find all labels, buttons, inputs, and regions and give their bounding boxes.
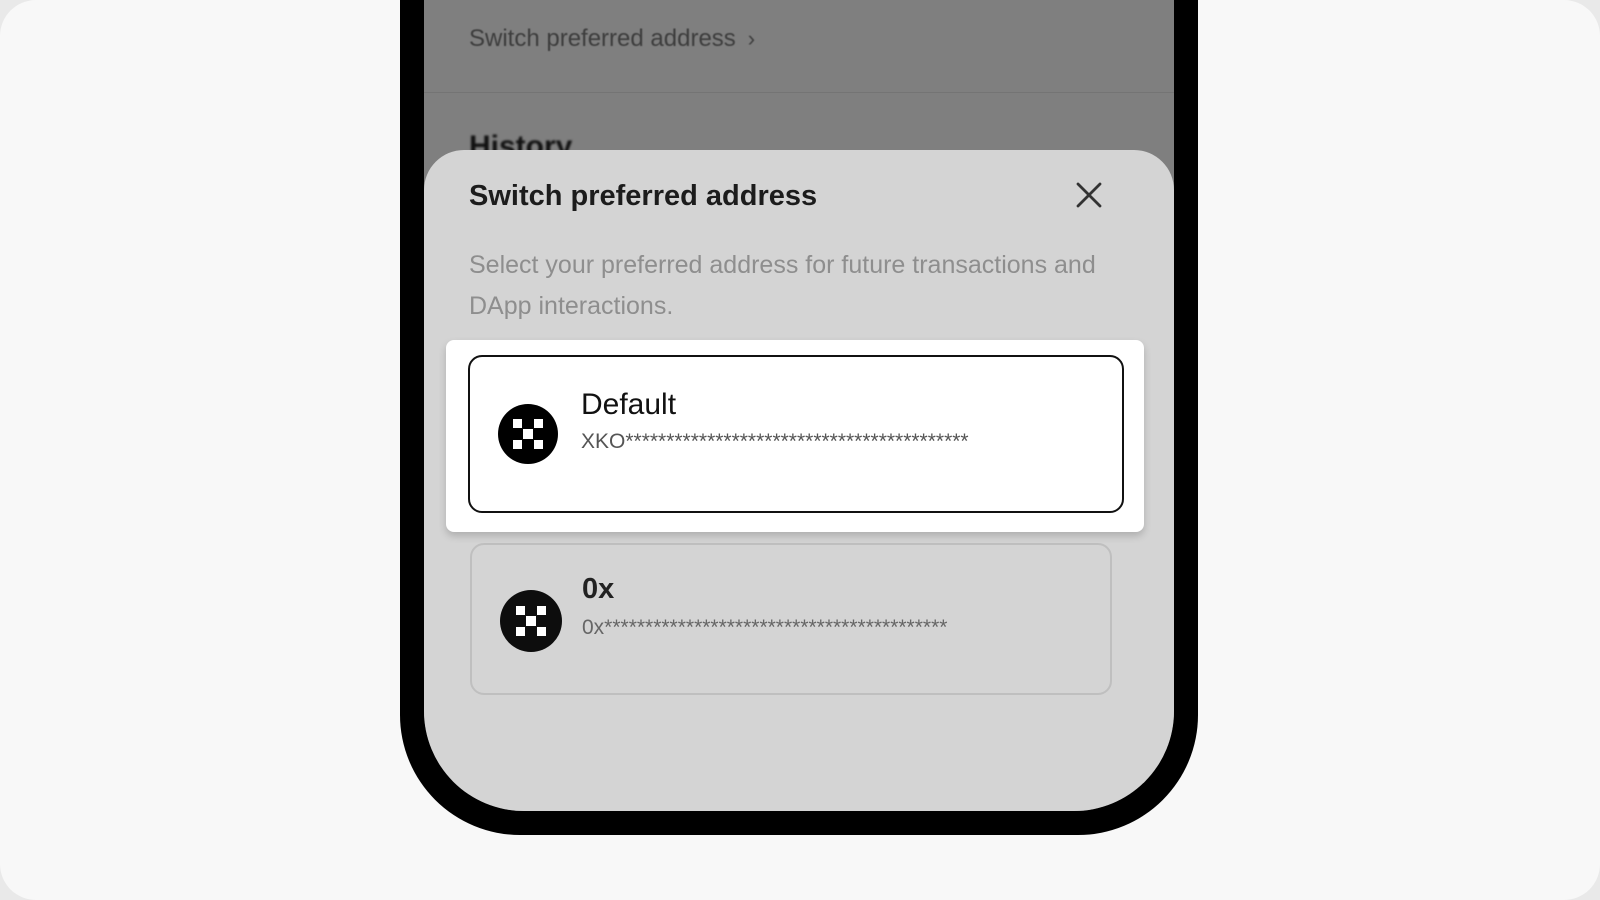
option-address: XKO*************************************…: [581, 430, 969, 453]
tutorial-frame: Switch preferred address › History Switch…: [0, 0, 1600, 900]
option-name: Default: [581, 388, 677, 421]
okx-logo-icon: [498, 404, 558, 464]
close-icon[interactable]: [1074, 180, 1104, 210]
highlight-callout: Default XKO*****************************…: [446, 340, 1144, 532]
address-option-default[interactable]: Default XKO*****************************…: [468, 355, 1124, 513]
switch-preferred-address-link[interactable]: Switch preferred address ›: [469, 25, 755, 53]
divider: [424, 92, 1174, 93]
option-address: 0x**************************************…: [582, 616, 948, 639]
chevron-right-icon: ›: [747, 26, 756, 51]
address-option-0x[interactable]: 0x 0x***********************************…: [470, 543, 1112, 695]
okx-logo-icon: [500, 590, 562, 652]
option-name: 0x: [582, 573, 615, 605]
switch-link-label: Switch preferred address: [469, 25, 736, 52]
sheet-title: Switch preferred address: [469, 180, 818, 212]
sheet-description: Select your preferred address for future…: [469, 251, 1096, 320]
